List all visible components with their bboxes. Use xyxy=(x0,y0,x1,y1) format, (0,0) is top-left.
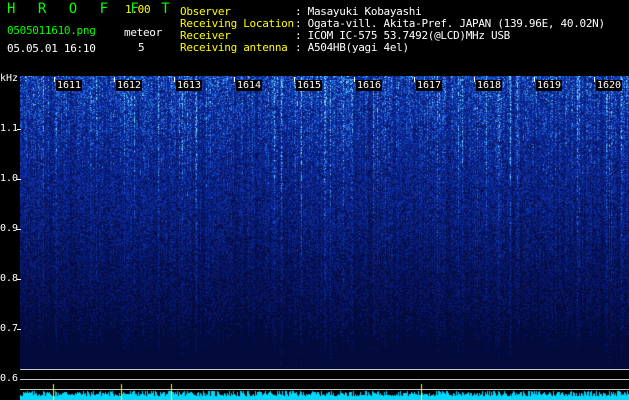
time-tick-mark xyxy=(174,77,175,82)
time-tick-label: 1614 xyxy=(236,80,263,91)
y-tick-mark xyxy=(17,329,21,330)
time-tick-label: 1615 xyxy=(296,80,323,91)
y-tick-label: 0.8 xyxy=(0,273,19,284)
y-tick-mark xyxy=(17,129,21,130)
y-tick-label: 1.0 xyxy=(0,173,19,184)
app-title: H R O F F T xyxy=(7,1,177,17)
y-tick-label: 0.6 xyxy=(0,373,19,384)
time-tick-mark xyxy=(414,77,415,82)
time-tick-label: 1619 xyxy=(536,80,563,91)
time-tick-label: 1617 xyxy=(416,80,443,91)
y-tick-mark xyxy=(17,279,21,280)
time-tick-mark xyxy=(294,77,295,82)
info-antenna-value: : A504HB(yagi 4el) xyxy=(295,41,409,54)
time-tick-mark xyxy=(234,77,235,82)
time-tick-mark xyxy=(534,77,535,82)
file-datetime: 05.05.01 16:10 xyxy=(7,42,96,55)
time-tick-mark xyxy=(474,77,475,82)
meteor-counter-label: meteor xyxy=(124,26,162,39)
y-tick-mark xyxy=(17,179,21,180)
time-tick-mark xyxy=(54,77,55,82)
y-axis-unit: kHz xyxy=(0,73,19,84)
time-tick-label: 1611 xyxy=(56,80,83,91)
y-tick-label: 0.7 xyxy=(0,323,19,334)
y-tick-label: 1.1 xyxy=(0,123,19,134)
signal-level-trace xyxy=(20,380,629,400)
spectrogram-waterfall[interactable] xyxy=(20,76,629,369)
time-tick-mark xyxy=(594,77,595,82)
time-tick-label: 1618 xyxy=(476,80,503,91)
time-tick-label: 1613 xyxy=(176,80,203,91)
time-tick-label: 1612 xyxy=(116,80,143,91)
time-tick-label: 1620 xyxy=(596,80,623,91)
file-name: 0505011610.png xyxy=(7,24,96,37)
time-tick-label: 1616 xyxy=(356,80,383,91)
y-tick-label: 0.9 xyxy=(0,223,19,234)
info-antenna-key: Receiving antenna xyxy=(180,41,288,54)
guide-line-upper xyxy=(20,369,629,370)
time-tick-mark xyxy=(354,77,355,82)
y-tick-mark xyxy=(17,229,21,230)
time-tick-mark xyxy=(114,77,115,82)
app-version: 1.00 xyxy=(125,3,151,16)
meteor-counter-value: 5 xyxy=(138,41,145,54)
